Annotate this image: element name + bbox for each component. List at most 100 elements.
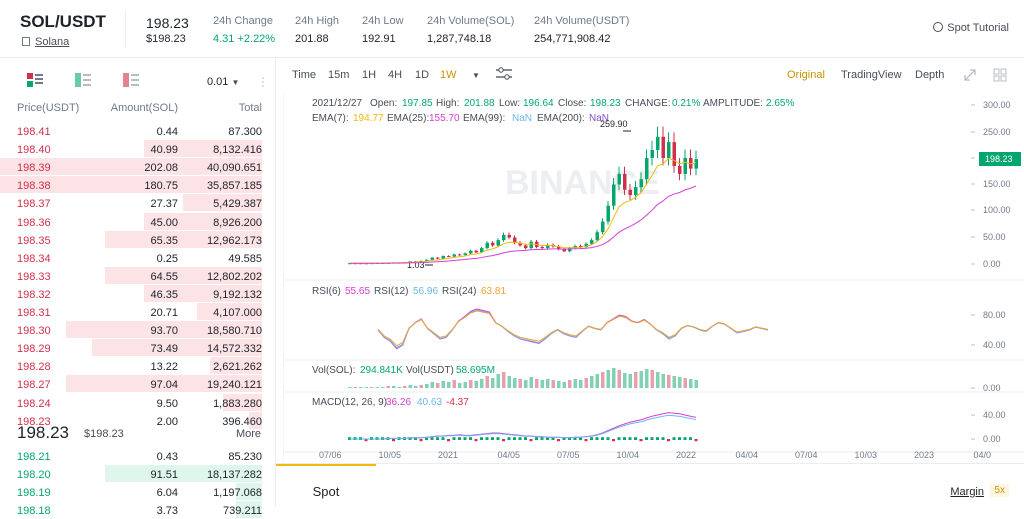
macd-histogram-bar: [540, 437, 544, 440]
macd-histogram-bar: [623, 437, 626, 440]
macd-histogram-bar: [557, 439, 560, 442]
orderbook-row[interactable]: 198.24 9.50 1,883.280: [0, 393, 276, 412]
orderbook-toolbar: 0.01 ▼ ⋮: [0, 72, 276, 92]
time-axis-label: 07/06: [319, 450, 342, 460]
interval-dropdown-icon[interactable]: ▼: [472, 71, 480, 80]
grid-layout-icon[interactable]: [993, 68, 1007, 85]
row-price: 198.35: [17, 234, 51, 247]
orderbook-row[interactable]: 198.30 93.70 18,580.710: [0, 321, 276, 339]
macd-histogram-bar: [656, 437, 659, 440]
candle-body: [628, 189, 632, 196]
precision-select[interactable]: 0.01 ▼: [207, 76, 239, 88]
interval-1h[interactable]: 1H: [362, 69, 376, 81]
orderbook-row[interactable]: 198.41 0.44 87.300: [0, 122, 276, 140]
expand-icon[interactable]: [963, 68, 977, 85]
row-price: 198.37: [17, 198, 51, 211]
symbol: SOL/USDT: [20, 12, 106, 31]
row-total: 35,857.185: [206, 180, 262, 193]
orderbook-row[interactable]: 198.32 46.35 9,192.132: [0, 284, 276, 303]
row-total: 9,192.132: [213, 288, 262, 301]
interval-1w[interactable]: 1W: [440, 69, 457, 81]
interval-1d[interactable]: 1D: [415, 69, 429, 81]
candle-body: [623, 173, 627, 190]
base-name-link[interactable]: Solana: [22, 36, 69, 48]
macd-histogram-bar: [634, 437, 637, 440]
orderbook-row[interactable]: 198.20 91.51 18,137.282: [0, 465, 276, 483]
divider: [125, 10, 126, 48]
macd-histogram-bar: [628, 437, 632, 440]
row-total: 2,621.262: [213, 361, 262, 374]
mid-price-row: 198.23 $198.23 More: [0, 420, 276, 448]
orderbook-row[interactable]: 198.34 0.25 49.585: [0, 249, 276, 267]
volume-bar: [535, 379, 539, 388]
view-depth[interactable]: Depth: [915, 69, 944, 81]
row-amount: 64.55: [150, 270, 178, 283]
row-total: 12,802.202: [206, 270, 262, 283]
volume-bar: [403, 386, 407, 388]
volume-bar: [491, 378, 495, 388]
macd-line: [349, 412, 697, 440]
orderbook-row[interactable]: 198.40 40.99 8,132.416: [0, 140, 276, 158]
row-price: 198.18: [17, 505, 51, 518]
orderbook-row[interactable]: 198.31 20.71 4,107.000: [0, 303, 276, 321]
candle-body: [595, 232, 599, 241]
volume-bar: [661, 374, 665, 388]
macd-histogram-bar: [524, 437, 527, 440]
orderbook-row[interactable]: 198.37 27.37 5,429.387: [0, 194, 276, 212]
tab-spot[interactable]: Spot: [276, 464, 376, 508]
macd-histogram-bar: [672, 437, 676, 440]
orderbook-row[interactable]: 198.28 13.22 2,621.262: [0, 357, 276, 375]
macd-histogram-bar: [518, 437, 522, 440]
indicator-settings-icon[interactable]: [496, 67, 512, 81]
macd-histogram-bar: [436, 437, 439, 440]
row-amount: 40.99: [150, 144, 178, 157]
view-original[interactable]: Original: [787, 69, 825, 81]
mid-price-usd: $198.23: [84, 428, 124, 440]
document-icon: [22, 37, 30, 46]
orderbook-row[interactable]: 198.29 73.49 14,572.332: [0, 339, 276, 357]
orderbook-row[interactable]: 198.38 180.75 35,857.185: [0, 176, 276, 194]
volume-bar: [397, 387, 401, 388]
volume-bar: [540, 380, 544, 388]
orderbook-row[interactable]: 198.39 202.08 40,090.651: [0, 158, 276, 176]
orderbook-row[interactable]: 198.35 65.35 12,962.173: [0, 230, 276, 249]
row-price: 198.27: [17, 379, 51, 392]
macd-histogram-bar: [392, 439, 395, 442]
candle-body: [524, 245, 528, 249]
candle-body: [430, 257, 434, 260]
macd-histogram-bar: [590, 437, 593, 440]
row-amount: 180.75: [144, 180, 178, 193]
candle-body: [612, 184, 616, 206]
asks-only-view-icon[interactable]: [123, 72, 139, 88]
row-price: 198.39: [17, 162, 51, 175]
ema25-label: EMA(25):: [387, 113, 429, 124]
orderbook-row[interactable]: 198.27 97.04 19,240.121: [0, 375, 276, 393]
row-amount: 73.49: [150, 343, 178, 356]
candle-body: [661, 136, 665, 158]
spot-tutorial-link[interactable]: Spot Tutorial: [933, 22, 1009, 34]
time-axis-label: 04/04: [736, 450, 759, 460]
interval-4h[interactable]: 4H: [388, 69, 402, 81]
macd-histogram-bar: [441, 437, 445, 440]
candle-body: [601, 221, 605, 233]
both-sides-view-icon[interactable]: [27, 72, 43, 88]
price-chart[interactable]: 2021/12/27 Open: 197.85 High: 201.88 Low…: [283, 92, 1024, 463]
row-amount: 45.00: [150, 216, 178, 229]
orderbook-row[interactable]: 198.18 3.73 739.211: [0, 501, 276, 519]
tab-margin[interactable]: Margin: [950, 486, 984, 498]
candle-body: [617, 173, 621, 185]
orderbook-row[interactable]: 198.33 64.55 12,802.202: [0, 266, 276, 285]
vol-value: 294.841K: [360, 365, 403, 376]
view-tradingview[interactable]: TradingView: [841, 69, 902, 81]
volume-bar: [562, 382, 566, 388]
bids-only-view-icon[interactable]: [75, 72, 91, 88]
interval-15m[interactable]: 15m: [328, 69, 349, 81]
orderbook-row[interactable]: 198.21 0.43 85.230: [0, 447, 276, 465]
more-link[interactable]: More: [236, 428, 261, 440]
volume-bar: [386, 386, 390, 388]
more-options-icon[interactable]: ⋮: [257, 75, 269, 89]
interval-time[interactable]: Time: [292, 69, 316, 81]
volume-bar: [364, 387, 368, 388]
orderbook-row[interactable]: 198.36 45.00 8,926.200: [0, 212, 276, 231]
orderbook-row[interactable]: 198.19 6.04 1,197.068: [0, 483, 276, 501]
